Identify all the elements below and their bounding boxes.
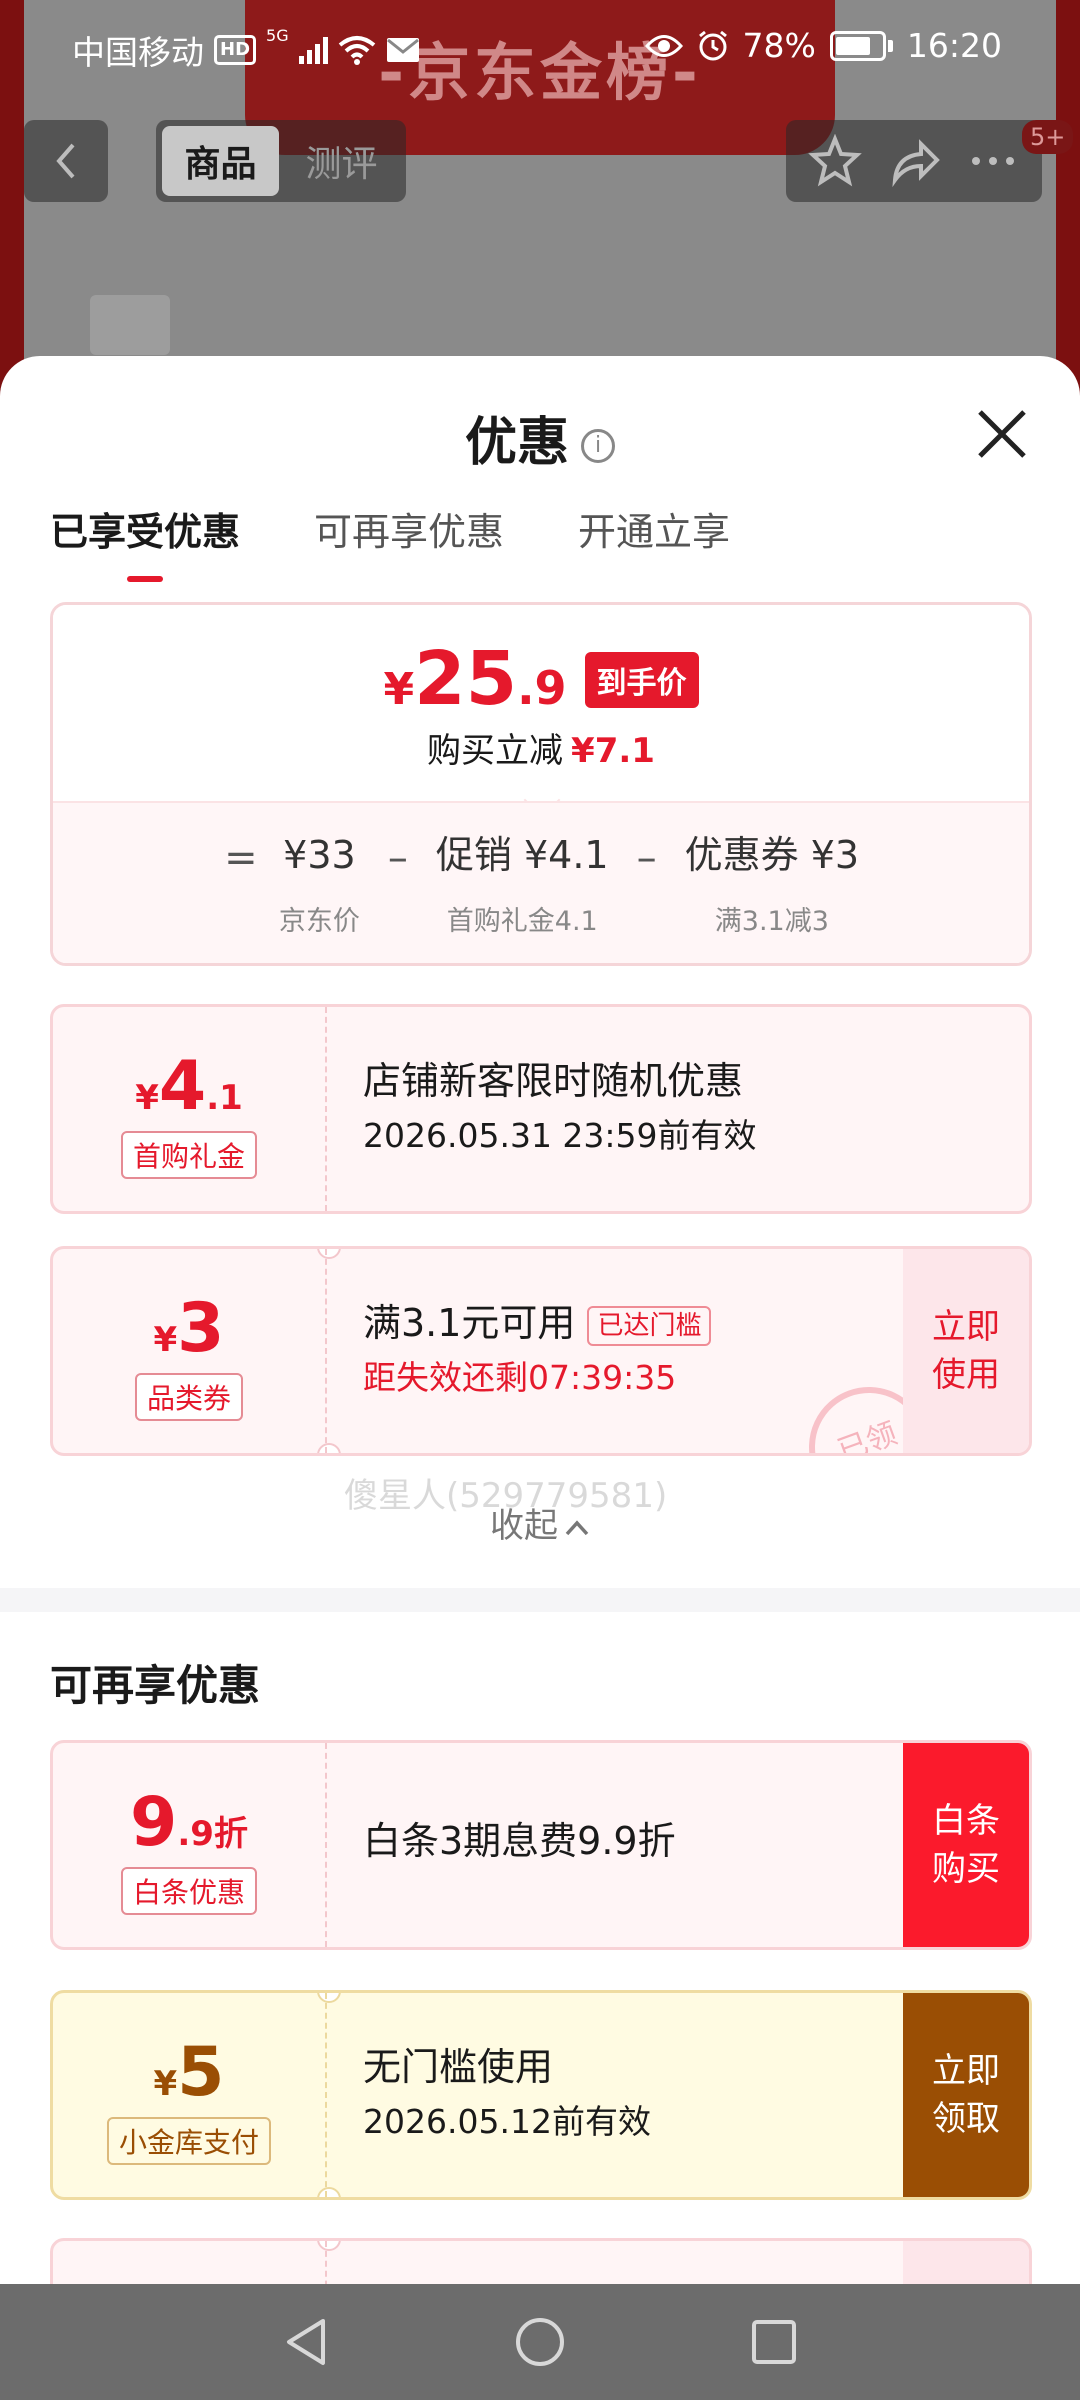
chevron-up-icon — [565, 1519, 589, 1535]
minus-sign: – — [636, 835, 657, 881]
hd-icon: HD — [214, 35, 257, 65]
battery-percent: 78% — [742, 26, 816, 65]
page-segment-control: 商品 测评 — [156, 120, 406, 202]
status-bar: 中国移动 HD 5G 78% 16:20 — [0, 0, 1080, 92]
coupon-type-label: 品类券 — [134, 1373, 244, 1421]
coupon-label: 满3.1减3 — [714, 906, 829, 937]
baitiao-buy-button[interactable]: 白条 购买 — [903, 1743, 1029, 1947]
tab-enjoyed[interactable]: 已享受优惠 — [50, 501, 240, 582]
price-integer: 25 — [414, 636, 518, 722]
star-icon[interactable] — [808, 134, 863, 188]
price-decimal: .9 — [517, 661, 567, 715]
coupon-amount: ¥4.1 — [135, 1047, 243, 1126]
battery-icon — [829, 30, 893, 61]
collapse-label: 收起 — [490, 1506, 558, 1546]
coupon-amount: ¥5 — [153, 2033, 225, 2112]
coupon-first-purchase: ¥4.1 首购礼金 店铺新客限时随机优惠 2026.05.31 23:59前有效 — [50, 1004, 1032, 1214]
coupon-type-label: 白条优惠 — [120, 1867, 258, 1915]
coupon-baitiao: 9.9折 白条优惠 白条3期息费9.9折 白条 购买 — [50, 1740, 1032, 1950]
mail-icon — [386, 38, 419, 62]
promo-column: 促销 ¥4.1 首购礼金4.1 — [426, 825, 619, 938]
discount-tabs: 已享受优惠 可再享优惠 开通立享 — [50, 501, 730, 582]
sheet-title: 优惠 — [464, 413, 569, 473]
carrier-name: 中国移动 — [72, 33, 204, 72]
coupon-type-label: 小金库支付 — [106, 2117, 272, 2165]
coupon-amount: 9.9折 — [130, 1783, 248, 1862]
more-icon[interactable] — [966, 134, 1020, 188]
eye-icon — [644, 34, 683, 57]
base-price-value: ¥33 — [283, 833, 356, 877]
back-button[interactable] — [24, 120, 108, 202]
discount-sheet: 优惠 i 已享受优惠 可再享优惠 开通立享 ¥25.9 到手价 购买立减 ¥7.1 … — [0, 356, 1080, 2284]
coupon-title: 店铺新客限时随机优惠 — [363, 1059, 744, 1103]
final-price-tag: 到手价 — [584, 652, 699, 708]
reduction-value: ¥7.1 — [571, 731, 655, 771]
more-discounts-title: 可再享优惠 — [50, 1661, 261, 1710]
coupon-validity: 2026.05.31 23:59前有效 — [363, 1116, 757, 1155]
coupon-countdown: 距失效还剩07:39:35 — [363, 1358, 677, 1397]
chevron-left-icon — [56, 143, 75, 179]
segment-review[interactable]: 测评 — [283, 126, 400, 196]
message-count-badge: 5+ — [1022, 120, 1074, 154]
system-navigation-bar — [0, 2284, 1080, 2400]
promo-label: 首购礼金4.1 — [446, 906, 598, 937]
section-divider — [0, 1588, 1080, 1612]
coupon-title: 白条3期息费9.9折 — [363, 1819, 676, 1863]
price-currency: ¥ — [383, 664, 415, 715]
back-triangle-icon[interactable] — [281, 2315, 331, 2369]
promo-value: 促销 ¥4.1 — [435, 833, 609, 877]
alarm-icon — [698, 30, 727, 60]
info-icon[interactable]: i — [581, 429, 615, 463]
coupon-value: 优惠券 ¥3 — [684, 833, 860, 877]
sheet-header: 优惠 i — [0, 400, 1080, 475]
coupon-partial — [50, 2238, 1032, 2284]
minus-sign: – — [387, 835, 408, 881]
base-price-label: 京东价 — [278, 906, 360, 937]
network-type: 5G — [266, 26, 289, 45]
tab-open[interactable]: 开通立享 — [578, 501, 730, 582]
reduction-label: 购买立减 — [427, 731, 564, 771]
final-price: ¥25.9 到手价 — [53, 641, 1029, 718]
threshold-reached-badge: 已达门槛 — [587, 1305, 712, 1346]
use-now-button[interactable]: 立即 使用 — [903, 1249, 1029, 1453]
recents-square-icon[interactable] — [749, 2317, 799, 2367]
coupon-action-partial[interactable] — [903, 2241, 1029, 2284]
equals-sign: = — [224, 835, 258, 881]
coupon-amount: ¥3 — [153, 1289, 225, 1368]
coupon-column: 优惠券 ¥3 满3.1减3 — [675, 825, 869, 938]
price-breakdown: = ¥33 京东价 – 促销 ¥4.1 首购礼金4.1 – 优惠券 ¥3 满3.… — [53, 801, 1029, 963]
coupon-type-label: 首购礼金 — [120, 1131, 258, 1179]
page-actions — [786, 120, 1042, 202]
coupon-title: 无门槛使用 — [363, 2045, 554, 2089]
collapse-button[interactable]: 收起 — [0, 1498, 1080, 1547]
base-price-column: ¥33 京东价 — [269, 825, 370, 938]
claim-now-button[interactable]: 立即 领取 — [903, 1993, 1029, 2197]
instant-reduction: 购买立减 ¥7.1 — [53, 723, 1029, 772]
close-icon[interactable] — [972, 404, 1032, 464]
product-thumbnail — [90, 295, 170, 355]
coupon-validity: 2026.05.12前有效 — [363, 2102, 651, 2141]
price-summary-card: ¥25.9 到手价 购买立减 ¥7.1 = ¥33 京东价 – 促销 ¥4.1 首… — [50, 602, 1032, 966]
coupon-title: 满3.1元可用 已达门槛 — [363, 1299, 889, 1347]
clock-time: 16:20 — [906, 26, 1002, 65]
signal-icon — [298, 36, 328, 64]
tab-more[interactable]: 可再享优惠 — [314, 501, 504, 582]
coupon-xiaojinku: ¥5 小金库支付 无门槛使用 2026.05.12前有效 立即 领取 — [50, 1990, 1032, 2200]
wifi-icon — [338, 36, 375, 65]
share-icon[interactable] — [887, 134, 941, 188]
segment-product[interactable]: 商品 — [162, 126, 279, 196]
coupon-category: ¥3 品类券 满3.1元可用 已达门槛 距失效还剩07:39:35 已领 立即 使用 — [50, 1246, 1032, 1456]
home-circle-icon[interactable] — [513, 2315, 567, 2369]
